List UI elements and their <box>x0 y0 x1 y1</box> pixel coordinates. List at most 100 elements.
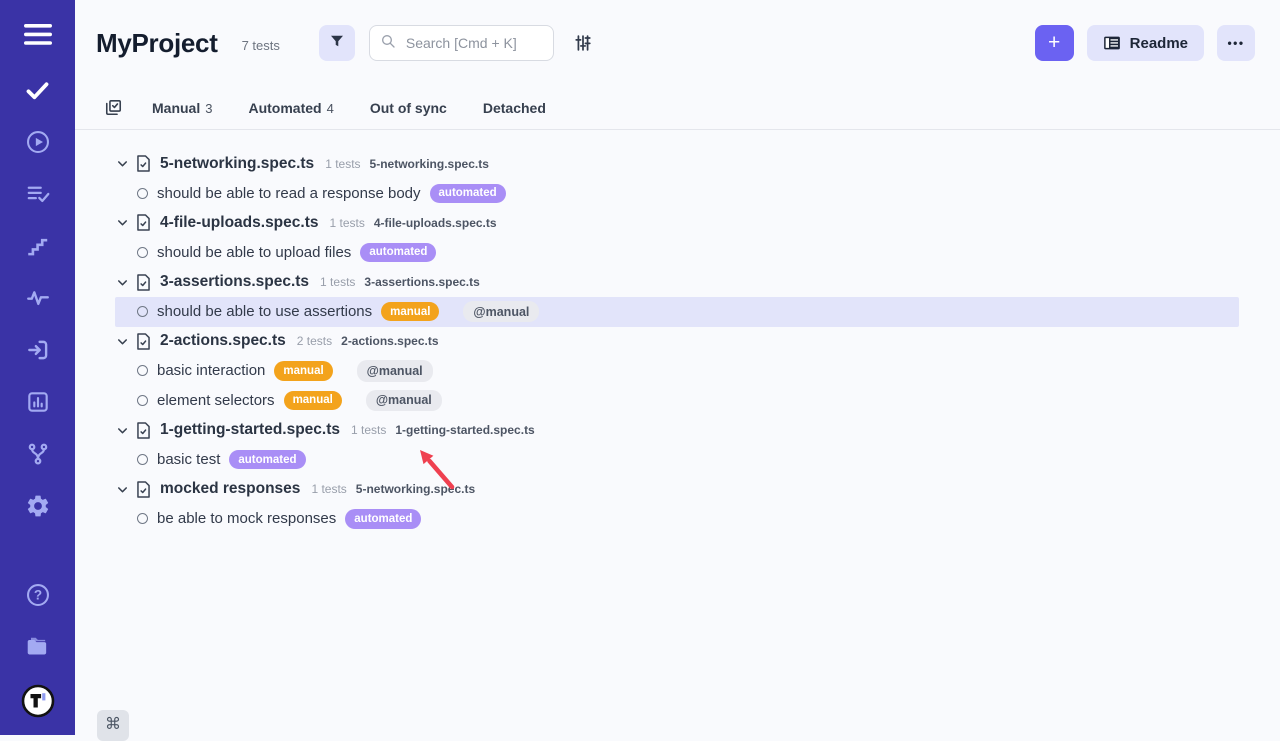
file-path: 5-networking.spec.ts <box>370 157 489 171</box>
test-row[interactable]: element selectorsmanual@manual <box>115 386 1239 416</box>
test-title: should be able to read a response body <box>157 185 421 202</box>
sidebar-item-pulse[interactable] <box>25 285 51 311</box>
file-check-icon <box>135 154 152 173</box>
select-all-icon[interactable] <box>104 98 123 117</box>
search-icon <box>380 33 396 54</box>
status-badge-manual: manual <box>381 302 439 321</box>
sidebar-item-sign-in[interactable] <box>25 337 51 363</box>
tab-out-of-sync[interactable]: Out of sync <box>370 100 447 116</box>
chevron-down-icon[interactable] <box>115 482 130 497</box>
search-box <box>369 25 554 61</box>
file-path: 1-getting-started.spec.ts <box>395 423 534 437</box>
tab-detached[interactable]: Detached <box>483 100 546 116</box>
tag-chip[interactable]: @manual <box>463 301 539 322</box>
test-row-selected[interactable]: should be able to use assertionsmanual@m… <box>115 297 1239 327</box>
file-row[interactable]: 3-assertions.spec.ts1 tests3-assertions.… <box>75 267 1280 297</box>
tab-manual[interactable]: Manual3 <box>152 100 212 116</box>
status-badge-automated: automated <box>360 243 436 262</box>
tag-chip[interactable]: @manual <box>366 390 442 411</box>
gear-icon <box>25 493 51 519</box>
readme-button[interactable]: Readme <box>1087 25 1204 61</box>
test-title: element selectors <box>157 392 275 409</box>
cmd-key-button[interactable]: ⌘ <box>97 710 129 741</box>
chevron-down-icon[interactable] <box>115 423 130 438</box>
bar-chart-icon <box>25 389 51 415</box>
file-row[interactable]: 5-networking.spec.ts1 tests5-networking.… <box>75 149 1280 179</box>
more-button[interactable]: ••• <box>1217 25 1255 61</box>
file-path: 4-file-uploads.spec.ts <box>374 216 497 230</box>
chevron-down-icon[interactable] <box>115 275 130 290</box>
sidebar-item-branch[interactable] <box>25 441 51 467</box>
file-tests-count: 1 tests <box>311 482 346 496</box>
chevron-down-icon[interactable] <box>115 334 130 349</box>
file-row[interactable]: 1-getting-started.spec.ts1 tests1-gettin… <box>75 415 1280 445</box>
file-name: 2-actions.spec.ts <box>160 332 286 350</box>
svg-text:?: ? <box>33 588 41 603</box>
tab-label: Detached <box>483 100 546 116</box>
play-circle-icon <box>25 129 51 155</box>
search-input[interactable] <box>404 34 548 52</box>
test-row[interactable]: basic interaction manual @manual <box>115 356 1239 386</box>
test-title: basic interaction <box>157 362 265 379</box>
file-row[interactable]: 2-actions.spec.ts 2 tests 2-actions.spec.t… <box>75 327 1280 357</box>
file-row[interactable]: 4-file-uploads.spec.ts1 tests4-file-uplo… <box>75 208 1280 238</box>
test-status-circle-icon <box>137 454 148 465</box>
file-check-icon <box>135 332 152 351</box>
tab-label: Automated <box>248 100 321 116</box>
sign-in-icon <box>25 337 51 363</box>
test-status-circle-icon <box>137 365 148 376</box>
test-status-circle-icon <box>137 247 148 258</box>
readme-label: Readme <box>1130 35 1188 52</box>
test-title: basic test <box>157 451 220 468</box>
header-actions: + Readme ••• <box>1035 25 1255 61</box>
test-row[interactable]: be able to mock responsesautomated <box>115 504 1239 534</box>
file-path: 5-networking.spec.ts <box>356 482 475 496</box>
check-icon <box>24 77 51 104</box>
sliders-icon[interactable] <box>570 30 596 56</box>
chevron-down-icon[interactable] <box>115 156 130 171</box>
add-button[interactable]: + <box>1035 25 1074 61</box>
sidebar-nav <box>25 77 51 545</box>
filter-button[interactable] <box>319 25 355 61</box>
status-badge-manual: manual <box>274 361 332 380</box>
file-path: 3-assertions.spec.ts <box>364 275 479 289</box>
help-icon: ? <box>25 582 51 608</box>
tabs: Manual3 Automated4 Out of sync Detached <box>152 100 546 116</box>
file-tests-count: 2 tests <box>297 334 332 348</box>
sidebar-item-check[interactable] <box>25 77 51 103</box>
sidebar-item-list-check[interactable] <box>25 181 51 207</box>
sidebar-item-stairs[interactable] <box>25 233 51 259</box>
tab-automated[interactable]: Automated4 <box>248 100 333 116</box>
chevron-down-icon[interactable] <box>115 215 130 230</box>
sidebar-item-play-circle[interactable] <box>25 129 51 155</box>
test-tree: 5-networking.spec.ts 1 tests 5-networking.… <box>75 130 1280 735</box>
file-tests-count: 1 tests <box>320 275 355 289</box>
sidebar-item-help[interactable]: ? <box>25 582 51 608</box>
tabs-row: Manual3 Automated4 Out of sync Detached <box>75 86 1280 130</box>
sidebar-item-bar-chart[interactable] <box>25 389 51 415</box>
file-row[interactable]: mocked responses1 tests5-networking.spec… <box>75 475 1280 505</box>
header: MyProject 7 tests + <box>75 0 1280 86</box>
list-check-icon <box>25 181 51 207</box>
sidebar: ? <box>0 0 75 735</box>
tag-chip[interactable]: @manual <box>357 360 433 381</box>
test-row[interactable]: should be able to upload filesautomated <box>115 238 1239 268</box>
tab-label: Manual <box>152 100 200 116</box>
book-icon <box>1103 35 1121 51</box>
test-title: be able to mock responses <box>157 510 336 527</box>
sidebar-item-gear[interactable] <box>25 493 51 519</box>
file-check-icon <box>135 480 152 499</box>
test-row[interactable]: basic test automated <box>115 445 1239 475</box>
sidebar-item-folder[interactable] <box>25 633 51 659</box>
sidebar-bottom-nav: ? <box>25 582 51 684</box>
menu-icon[interactable] <box>24 24 52 51</box>
app-logo[interactable] <box>21 684 55 718</box>
status-badge-automated: automated <box>430 184 506 203</box>
file-check-icon <box>135 421 152 440</box>
sidebar-bottom: ? <box>21 582 55 735</box>
stairs-icon <box>25 233 51 259</box>
file-name: 4-file-uploads.spec.ts <box>160 214 318 232</box>
file-path: 2-actions.spec.ts <box>341 334 438 348</box>
status-badge-automated: automated <box>229 450 305 469</box>
test-row[interactable]: should be able to read a response body au… <box>115 179 1239 209</box>
